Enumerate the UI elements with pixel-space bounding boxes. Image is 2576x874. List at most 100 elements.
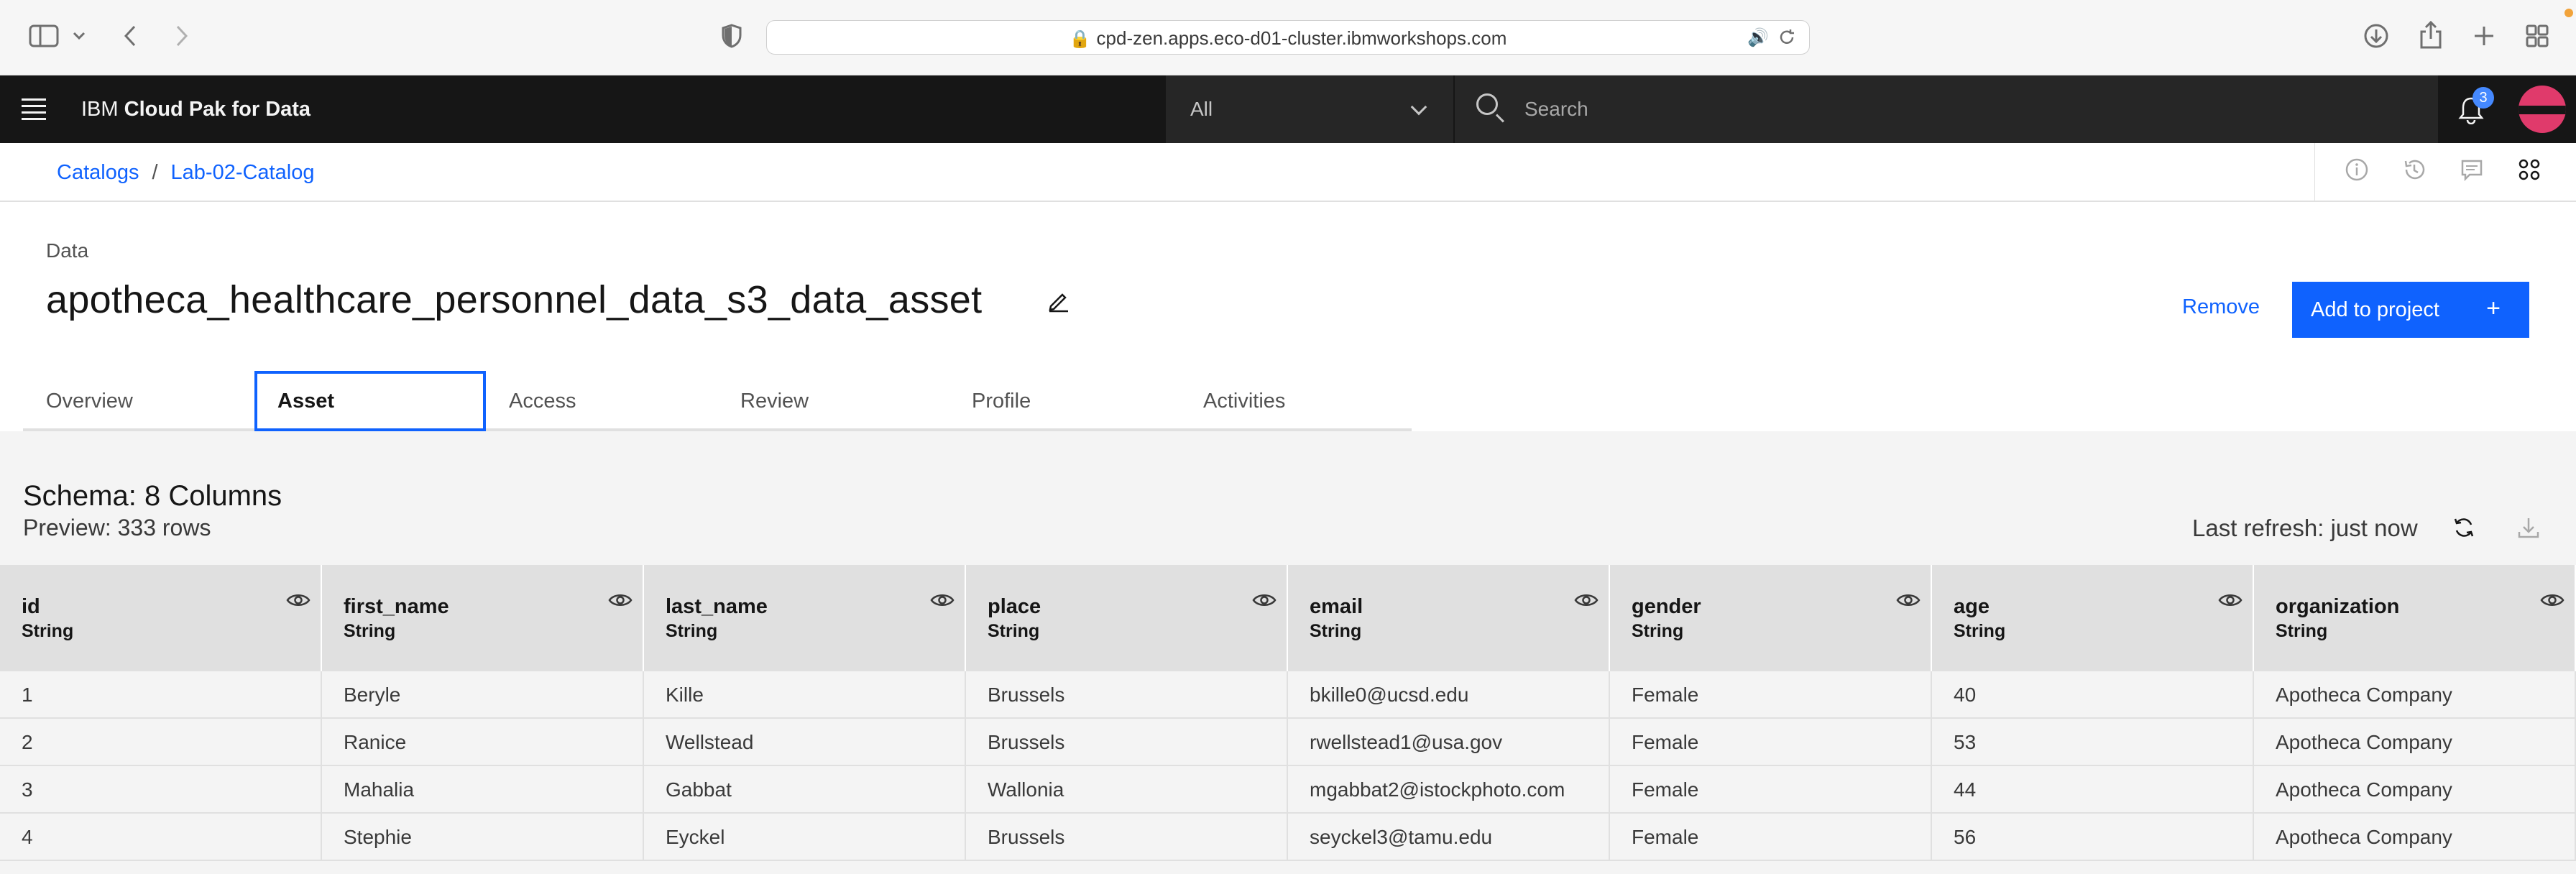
last-refresh: Last refresh: just now	[2192, 515, 2418, 541]
column-header-organization[interactable]: organization String	[2254, 565, 2576, 671]
column-type: String	[988, 621, 1040, 641]
notification-badge: 3	[2472, 87, 2494, 109]
tab-review[interactable]: Review	[717, 371, 949, 431]
url-text: cpd-zen.apps.eco-d01-cluster.ibmworkshop…	[1096, 27, 1507, 49]
table-row: 3 Mahalia Gabbat Wallonia mgabbat2@istockpho…	[0, 766, 2576, 814]
history-icon[interactable]	[2400, 157, 2429, 186]
sidebar-toggle-icon[interactable]	[27, 22, 60, 50]
column-header-id[interactable]: id String	[0, 565, 322, 671]
column-name: gender	[1632, 595, 1701, 618]
column-header-last-name[interactable]: last_name String	[644, 565, 966, 671]
table-cell: Stephie	[322, 814, 644, 861]
table-cell: Ranice	[322, 719, 644, 766]
table-cell: mgabbat2@istockphoto.com	[1288, 766, 1610, 814]
column-type: String	[1632, 621, 1684, 641]
global-search[interactable]: Search	[1455, 75, 2438, 143]
column-type: String	[1310, 621, 1362, 641]
add-to-project-label: Add to project	[2311, 298, 2439, 321]
search-input[interactable]: Search	[1524, 75, 1588, 143]
eye-icon[interactable]	[1252, 592, 1276, 608]
table-row: 4 Stephie Eyckel Brussels seyckel3@tamu.edu F…	[0, 814, 2576, 861]
table-cell: Brussels	[966, 814, 1288, 861]
table-cell: Kille	[644, 671, 966, 719]
edit-icon[interactable]	[1046, 289, 1072, 315]
table-cell: 53	[1932, 719, 2254, 766]
share-icon[interactable]	[2416, 19, 2445, 50]
column-type: String	[344, 621, 396, 641]
breadcrumb: Catalogs / Lab-02-Catalog	[57, 143, 314, 202]
column-name: organization	[2276, 595, 2400, 618]
column-header-first-name[interactable]: first_name String	[322, 565, 644, 671]
column-name: first_name	[344, 595, 449, 618]
column-name: id	[22, 595, 40, 618]
product-name[interactable]: IBM Cloud Pak for Data	[81, 75, 310, 143]
column-header-place[interactable]: place String	[966, 565, 1288, 671]
plus-icon: +	[2486, 295, 2501, 322]
table-cell: Brussels	[966, 671, 1288, 719]
forward-icon[interactable]	[171, 22, 193, 50]
privacy-shield-icon[interactable]	[719, 22, 745, 50]
table-cell: Brussels	[966, 719, 1288, 766]
download-icon[interactable]	[2516, 515, 2544, 543]
browser-toolbar: 🔒 cpd-zen.apps.eco-d01-cluster.ibmworksho…	[0, 0, 2576, 75]
tab-access[interactable]: Access	[486, 371, 717, 431]
chevron-down-icon[interactable]	[70, 27, 88, 45]
downloads-icon[interactable]	[2362, 22, 2391, 50]
breadcrumb-lab-02-catalog[interactable]: Lab-02-Catalog	[171, 161, 315, 184]
app-header: IBM Cloud Pak for Data All Search 3	[0, 75, 2576, 143]
breadcrumb-separator: /	[152, 161, 158, 184]
table-cell: Apotheca Company	[2254, 814, 2576, 861]
comment-icon[interactable]	[2457, 157, 2486, 186]
indicator-dot	[2564, 9, 2573, 17]
asset-type-label: Data	[46, 239, 89, 262]
tab-overview[interactable]: Overview	[23, 371, 254, 431]
tab-overview-icon[interactable]	[2523, 22, 2552, 50]
menu-icon[interactable]	[22, 98, 46, 120]
tab-activities[interactable]: Activities	[1180, 371, 1412, 431]
breadcrumb-catalogs[interactable]: Catalogs	[57, 161, 139, 184]
avatar[interactable]	[2513, 77, 2576, 142]
add-to-project-button[interactable]: Add to project +	[2292, 282, 2529, 338]
info-icon[interactable]	[2342, 157, 2371, 186]
table-cell: 3	[0, 766, 322, 814]
search-scope-dropdown[interactable]: All	[1166, 75, 1453, 143]
column-header-gender[interactable]: gender String	[1610, 565, 1932, 671]
back-icon[interactable]	[119, 22, 141, 50]
eye-icon[interactable]	[930, 592, 954, 608]
table-cell: Wellstead	[644, 719, 966, 766]
tab-profile[interactable]: Profile	[949, 371, 1180, 431]
refresh-icon[interactable]	[2451, 515, 2480, 543]
table-header: id String first_name String last_name String p…	[0, 565, 2576, 671]
table-cell: Apotheca Company	[2254, 719, 2576, 766]
table-row: 2 Ranice Wellstead Brussels rwellstead1@usa.…	[0, 719, 2576, 766]
column-name: email	[1310, 595, 1363, 618]
table-cell: 40	[1932, 671, 2254, 719]
eye-icon[interactable]	[1574, 592, 1598, 608]
eye-icon[interactable]	[2540, 592, 2564, 608]
table-cell: Apotheca Company	[2254, 766, 2576, 814]
eye-icon[interactable]	[2218, 592, 2242, 608]
schema-title: Schema: 8 Columns	[23, 480, 282, 512]
new-tab-icon[interactable]	[2470, 22, 2498, 50]
table-cell: Female	[1610, 814, 1932, 861]
audio-icon[interactable]: 🔊	[1747, 27, 1769, 48]
table-cell: 1	[0, 671, 322, 719]
table-cell: Female	[1610, 719, 1932, 766]
table-cell: 44	[1932, 766, 2254, 814]
breadcrumb-bar: Catalogs / Lab-02-Catalog	[0, 143, 2576, 202]
eye-icon[interactable]	[608, 592, 632, 608]
eye-icon[interactable]	[286, 592, 310, 608]
tab-asset[interactable]: Asset	[254, 371, 486, 431]
column-header-email[interactable]: email String	[1288, 565, 1610, 671]
column-header-age[interactable]: age String	[1932, 565, 2254, 671]
remove-button[interactable]: Remove	[2165, 282, 2277, 332]
brand-name: Cloud Pak for Data	[124, 98, 311, 121]
preview-count: Preview: 333 rows	[23, 515, 211, 540]
column-type: String	[22, 621, 74, 641]
apps-icon[interactable]	[2515, 157, 2544, 186]
eye-icon[interactable]	[1896, 592, 1920, 608]
reload-icon[interactable]	[1776, 27, 1798, 48]
address-bar[interactable]: 🔒 cpd-zen.apps.eco-d01-cluster.ibmworksho…	[766, 20, 1810, 55]
table-cell: seyckel3@tamu.edu	[1288, 814, 1610, 861]
table-cell: Apotheca Company	[2254, 671, 2576, 719]
